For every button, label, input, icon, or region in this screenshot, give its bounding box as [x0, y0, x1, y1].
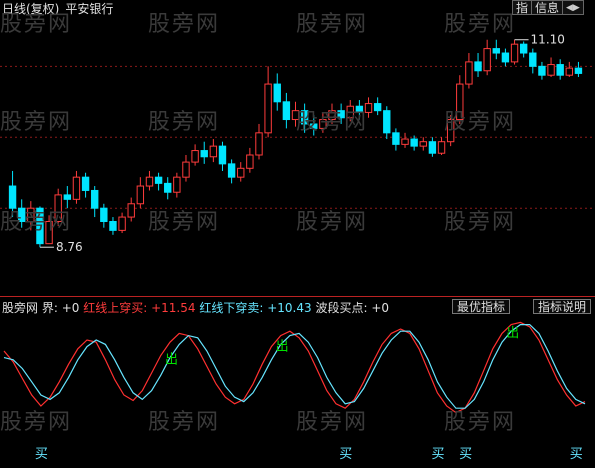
jie-value: 界: +0 [41, 301, 80, 315]
candle-down [8, 185, 17, 209]
candle-down [410, 138, 418, 147]
candle-up [173, 176, 181, 193]
candle-down [383, 110, 391, 134]
oscillator-chart[interactable]: 出出出买买买买买 [0, 316, 595, 468]
nav-arrows-button[interactable]: ◀▶ [562, 0, 584, 15]
candle-up [182, 161, 190, 178]
candle-down [492, 48, 500, 54]
candle-up [136, 185, 145, 205]
sell-marker: 出 [506, 326, 519, 341]
candle-down [519, 43, 528, 54]
stock-name: 平安银行 [65, 2, 114, 16]
candle-up [446, 119, 455, 143]
sell-marker: 出 [276, 339, 289, 354]
chart-title: 日线(复权) 平安银行 [2, 0, 119, 17]
candle-up [291, 110, 300, 121]
cyan-line-series [3, 324, 586, 409]
candle-up [456, 83, 464, 121]
candlestick-chart[interactable]: 11.10 8.76 [0, 16, 595, 296]
red-down-value: +10.43 [267, 301, 312, 315]
candle-up [127, 203, 135, 218]
candle-up [565, 67, 574, 76]
candle-up [419, 141, 427, 147]
candle-down [538, 65, 546, 76]
candle-down [100, 207, 108, 222]
red-up-value: +11.54 [151, 301, 196, 315]
best-indicator-button[interactable]: 最优指标 [452, 299, 511, 314]
max-price-label: 11.10 [531, 33, 565, 47]
wave-value: +0 [371, 301, 390, 315]
candle-down [36, 207, 44, 245]
candle-up [237, 167, 245, 178]
candle-up [437, 141, 446, 154]
min-price-label: 8.76 [56, 240, 83, 254]
buy-marker: 买 [431, 447, 444, 462]
candle-up [483, 48, 491, 72]
candle-down [164, 182, 172, 193]
candle-down [337, 110, 345, 119]
candle-down [81, 176, 90, 191]
indicator-header: 股旁网 界: +0 红线上穿买: +11.54 红线下穿卖: +10.43 波段… [0, 298, 595, 315]
candle-up [191, 150, 199, 163]
period-label[interactable]: 日线(复权) [2, 2, 59, 16]
indicator-legend: 股旁网 界: +0 红线上穿买: +11.54 红线下穿卖: +10.43 波段… [2, 299, 389, 316]
buy-marker: 买 [459, 447, 472, 462]
candle-down [218, 145, 227, 165]
candle-up [246, 154, 254, 169]
candle-down [200, 150, 208, 158]
index-button[interactable]: 指 [512, 0, 533, 15]
candle-up [465, 61, 473, 85]
candle-down [474, 61, 482, 72]
wave-label: 波段买点: [315, 301, 368, 315]
candle-down [310, 123, 318, 129]
candle-down [501, 52, 510, 63]
candle-up [54, 194, 62, 222]
red-up-label: 红线上穿买: [83, 301, 148, 315]
red-down-label: 红线下穿卖: [199, 301, 264, 315]
candle-up [364, 103, 373, 113]
candle-up [346, 105, 354, 119]
candle-up [27, 207, 35, 222]
candle-up [145, 176, 154, 187]
candle-up [319, 119, 327, 129]
buy-marker: 买 [35, 447, 48, 462]
candle-down [227, 163, 236, 178]
red-line-series [3, 321, 586, 414]
candle-down [282, 101, 291, 121]
candle-down [154, 176, 163, 184]
indicator-name[interactable]: 股旁网 [2, 301, 38, 315]
candle-down [63, 194, 72, 200]
buy-marker: 买 [570, 447, 583, 462]
candle-up [510, 43, 519, 63]
sell-marker: 出 [165, 353, 178, 368]
candle-up [328, 110, 336, 121]
candle-up [118, 216, 126, 231]
candle-down [91, 189, 99, 209]
candle-down [17, 207, 26, 222]
panel-divider[interactable] [0, 296, 595, 297]
info-button[interactable]: 信息 [531, 0, 564, 15]
candle-up [255, 132, 263, 156]
candle-down [373, 103, 382, 112]
candle-down [556, 64, 564, 76]
candle-up [209, 145, 218, 158]
chart-header: 日线(复权) 平安银行 指 信息 ◀▶ [0, 0, 595, 16]
candle-down [300, 110, 309, 125]
candle-up [401, 138, 409, 145]
candle-down [428, 141, 437, 154]
candle-down [574, 67, 583, 74]
candle-up [264, 83, 272, 134]
candle-down [392, 132, 400, 145]
candle-down [355, 105, 364, 113]
candle-up [72, 176, 81, 200]
candle-up [547, 64, 555, 76]
candle-down [109, 221, 117, 231]
buy-marker: 买 [339, 447, 352, 462]
indicator-help-button[interactable]: 指标说明 [533, 299, 592, 314]
candle-down [273, 83, 281, 103]
candle-down [529, 52, 537, 67]
candle-up [45, 221, 53, 245]
